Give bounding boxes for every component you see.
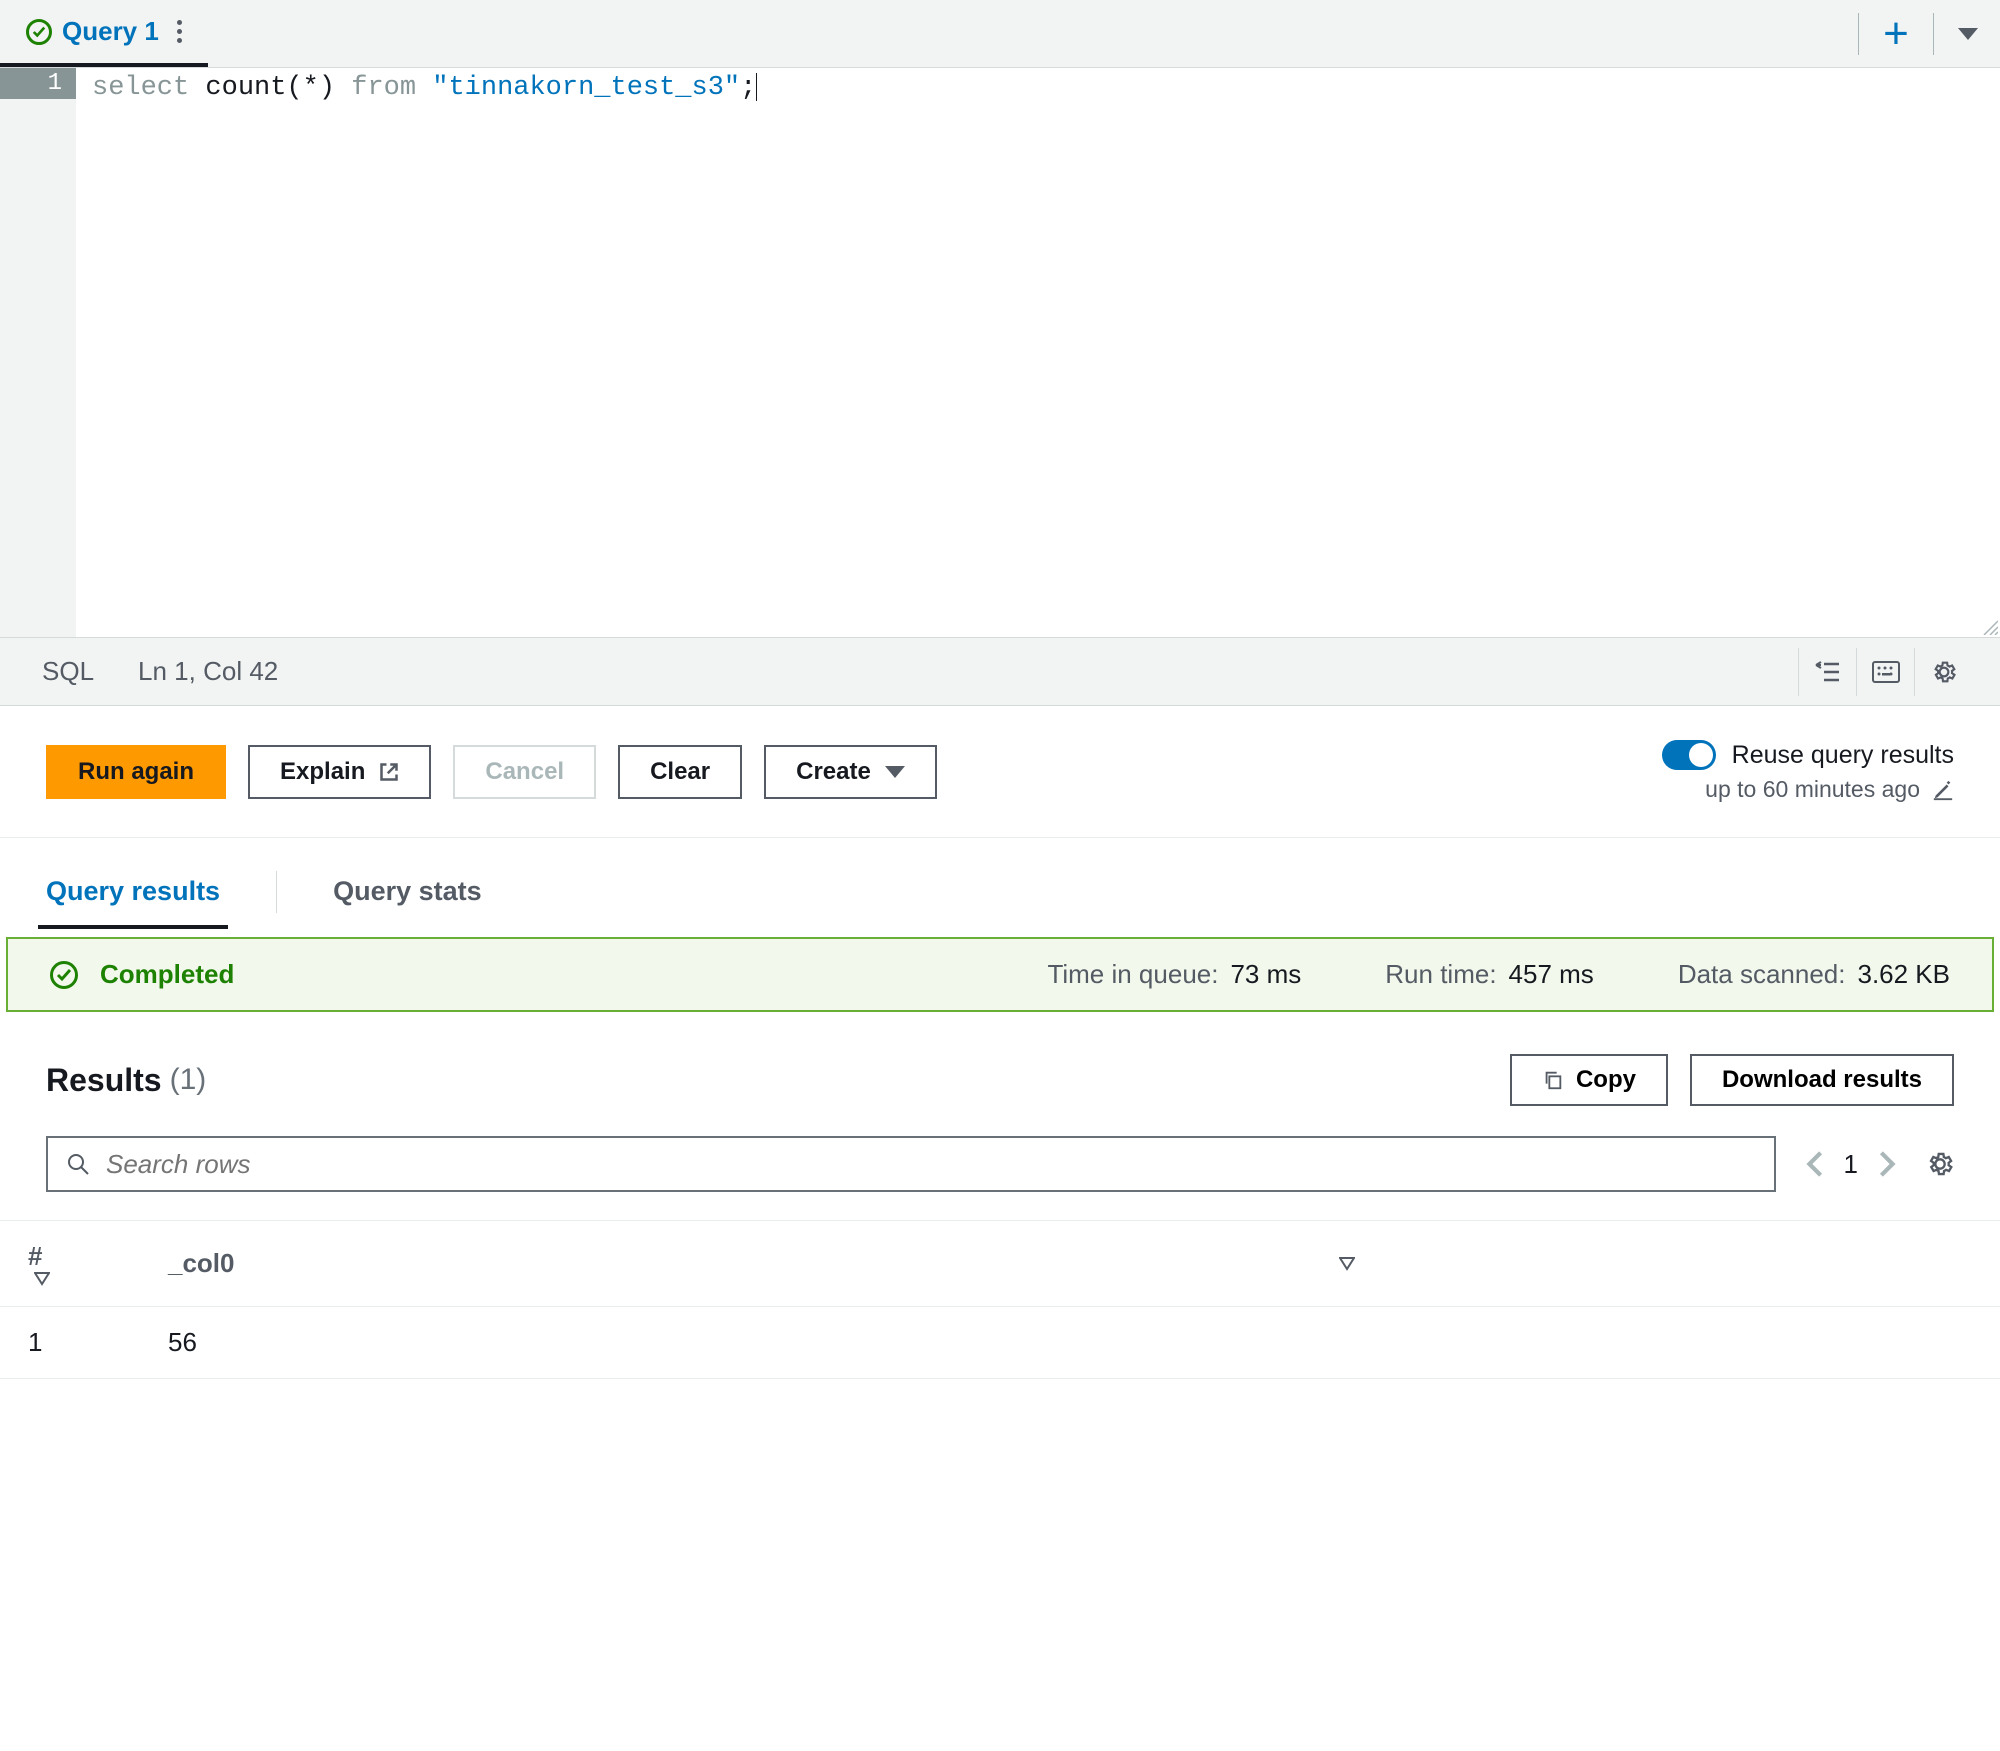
cell-col0: 56 xyxy=(140,1307,1311,1379)
caret-down-icon xyxy=(1958,28,1978,40)
cancel-button: Cancel xyxy=(453,745,596,799)
tab-list-dropdown[interactable] xyxy=(1936,0,2000,67)
next-page-icon[interactable] xyxy=(1878,1150,1896,1178)
results-count: (1) xyxy=(170,1063,207,1097)
status-success-icon xyxy=(50,961,78,989)
tab-bar: Query 1 + xyxy=(0,0,2000,68)
editor-settings-gear-icon[interactable] xyxy=(1914,648,1972,696)
editor-language: SQL xyxy=(42,656,94,687)
results-settings-gear-icon[interactable] xyxy=(1926,1150,1954,1178)
action-toolbar: Run again Explain Cancel Clear Create Re… xyxy=(0,706,2000,838)
external-link-icon xyxy=(379,762,399,782)
cell-index: 1 xyxy=(0,1307,140,1379)
run-time-value: 457 ms xyxy=(1509,959,1594,990)
keyboard-shortcuts-icon[interactable] xyxy=(1856,648,1914,696)
results-table: # _col0 1 56 xyxy=(0,1220,2000,1379)
run-again-button[interactable]: Run again xyxy=(46,745,226,799)
column-header-actions[interactable] xyxy=(1311,1221,2000,1307)
create-button[interactable]: Create xyxy=(764,745,937,799)
editor-code[interactable]: select count(*) from "tinnakorn_test_s3"… xyxy=(76,68,2000,637)
queue-time-value: 73 ms xyxy=(1230,959,1301,990)
create-label: Create xyxy=(796,758,871,786)
column-header-index[interactable]: # xyxy=(0,1221,140,1307)
caret-down-icon xyxy=(885,766,905,778)
query-tab-label: Query 1 xyxy=(62,16,159,47)
tab-query-stats[interactable]: Query stats xyxy=(333,856,482,927)
query-status-success-icon xyxy=(26,19,52,45)
run-time-label: Run time: xyxy=(1385,959,1496,990)
sql-editor[interactable]: 1 select count(*) from "tinnakorn_test_s… xyxy=(0,68,2000,638)
prev-page-icon[interactable] xyxy=(1806,1150,1824,1178)
format-query-icon[interactable] xyxy=(1798,648,1856,696)
new-tab-button[interactable]: + xyxy=(1861,0,1931,67)
reuse-results-sublabel: up to 60 minutes ago xyxy=(1705,776,1920,803)
download-results-button[interactable]: Download results xyxy=(1690,1054,1954,1106)
reuse-results-toggle[interactable] xyxy=(1662,740,1716,770)
search-icon xyxy=(66,1152,90,1176)
copy-label: Copy xyxy=(1576,1066,1636,1094)
editor-status-bar: SQL Ln 1, Col 42 xyxy=(0,638,2000,706)
search-row: 1 xyxy=(0,1126,2000,1202)
reuse-results-control: Reuse query results up to 60 minutes ago xyxy=(1662,740,1954,803)
query-status-banner: Completed Time in queue: 73 ms Run time:… xyxy=(6,937,1994,1012)
column-header-col0[interactable]: _col0 xyxy=(140,1221,1311,1307)
line-number: 1 xyxy=(0,68,76,99)
clear-button[interactable]: Clear xyxy=(618,745,742,799)
query-tab-1[interactable]: Query 1 xyxy=(0,0,208,67)
explain-label: Explain xyxy=(280,758,365,786)
cursor-position: Ln 1, Col 42 xyxy=(138,656,278,687)
results-pager: 1 xyxy=(1806,1149,1896,1180)
reuse-results-label: Reuse query results xyxy=(1732,741,1954,770)
edit-pencil-icon[interactable] xyxy=(1932,779,1954,801)
status-text: Completed xyxy=(100,959,234,990)
queue-time-label: Time in queue: xyxy=(1047,959,1218,990)
resize-handle-icon[interactable] xyxy=(1980,617,1998,635)
tab-query-results[interactable]: Query results xyxy=(46,856,220,927)
data-scanned-value: 3.62 KB xyxy=(1857,959,1950,990)
result-tabs: Query results Query stats xyxy=(0,838,2000,927)
table-row[interactable]: 1 56 xyxy=(0,1307,2000,1379)
explain-button[interactable]: Explain xyxy=(248,745,431,799)
data-scanned-label: Data scanned: xyxy=(1678,959,1846,990)
search-rows-input[interactable] xyxy=(106,1149,1756,1180)
search-rows-box[interactable] xyxy=(46,1136,1776,1192)
editor-gutter: 1 xyxy=(0,68,76,637)
copy-button[interactable]: Copy xyxy=(1510,1054,1668,1106)
results-title: Results xyxy=(46,1062,162,1099)
copy-icon xyxy=(1542,1069,1564,1091)
results-header: Results (1) Copy Download results xyxy=(0,1012,2000,1126)
page-number: 1 xyxy=(1844,1149,1858,1180)
tab-menu-kebab-icon[interactable] xyxy=(169,14,190,49)
